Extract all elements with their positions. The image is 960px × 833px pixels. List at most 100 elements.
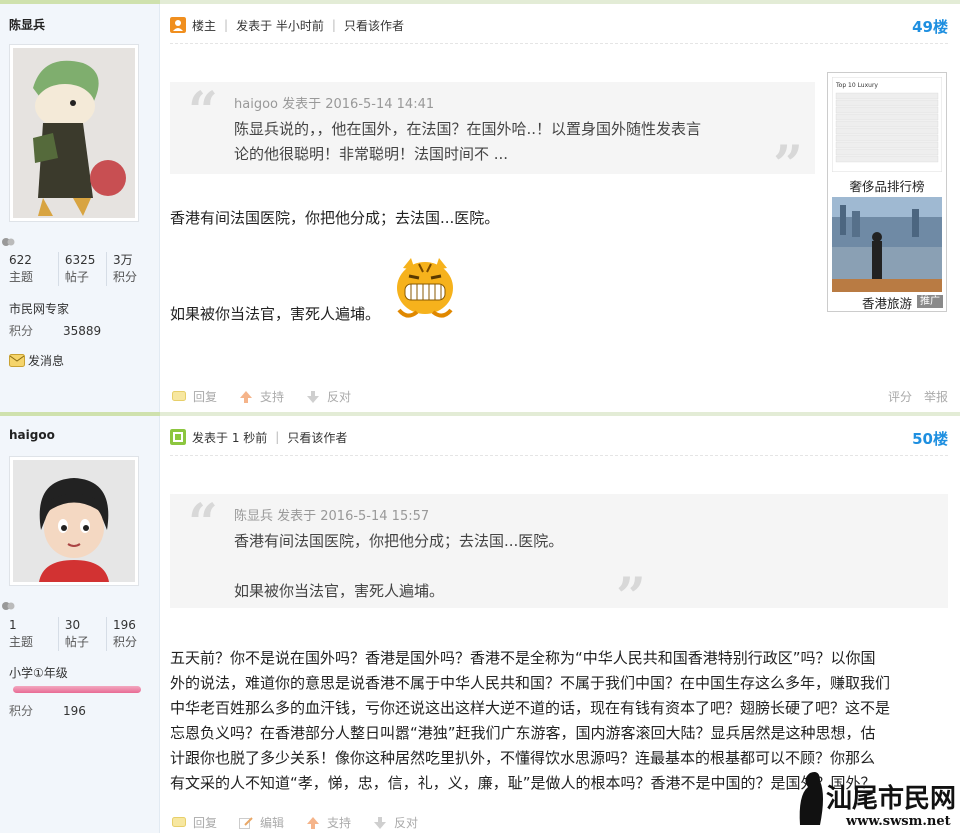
report-link[interactable]: 举报 — [924, 388, 948, 405]
close-quote-icon: ” — [773, 135, 803, 196]
user-rank[interactable]: 小学①年级 — [9, 664, 68, 681]
stat-posts-label: 帖子 — [64, 270, 89, 284]
avatar[interactable] — [9, 456, 139, 586]
post-body-line: 忘恩负义吗？在香港部分人整日叫嚣“港独”赶我们广东游客，国内游客滚回大陆？显兵居… — [170, 724, 876, 742]
score-row: 积分 35889 — [9, 322, 101, 339]
thread-starter-icon — [170, 17, 186, 33]
quote-line: 如果被你当法官，害死人遍埔。 — [234, 582, 445, 600]
quote-block: “ ” 陈显兵 发表于 2016-5-14 15:57 香港有间法国医院，你把他… — [170, 493, 948, 624]
support-label: 支持 — [260, 390, 285, 404]
author-stats: 622 主题 6325 帖子 3万 积分 — [9, 252, 154, 286]
quote-line: 论的他很聪明！非常聪明！法国时间不 ... — [234, 145, 509, 163]
watermark-url: www.swsm.net — [845, 814, 951, 829]
post-time: 发表于 半小时前 — [236, 18, 324, 33]
oppose-button[interactable]: 反对 — [306, 388, 351, 405]
quote-line — [234, 554, 563, 579]
stat-credits-count[interactable]: 196 — [113, 617, 154, 634]
online-status-icon — [2, 602, 15, 610]
reply-icon — [172, 390, 186, 401]
score-value: 196 — [63, 704, 86, 718]
send-message-link[interactable]: 发消息 — [9, 352, 64, 369]
thumbs-up-icon — [307, 816, 320, 829]
avatar-image — [13, 48, 135, 218]
author-stats: 1 主题 30 帖子 196 积分 — [9, 617, 154, 651]
score-label: 积分 — [9, 704, 34, 718]
post-time: 发表于 1 秒前 — [192, 430, 268, 445]
site-watermark-logo: 汕尾市民网 www.swsm.net — [799, 772, 955, 829]
watermark-brand: 汕尾市民网 — [826, 783, 955, 814]
quote-block: “ ” haigoo 发表于 2016-5-14 14:41 陈显兵说的，，他在… — [170, 81, 815, 192]
support-button[interactable]: 支持 — [306, 814, 351, 831]
oppose-button[interactable]: 反对 — [373, 814, 418, 831]
online-status-icon — [2, 238, 15, 246]
floor-number[interactable]: 49楼 — [912, 16, 948, 37]
only-author-link[interactable]: 只看该作者 — [344, 17, 404, 34]
tiger-emoticon — [397, 258, 453, 318]
ad-caption-luxury[interactable]: 奢侈品排行榜 — [828, 176, 946, 195]
post-body-line: 香港有间法国医院，你把他分成；去法国...医院。 — [170, 209, 500, 227]
post-body-line: 五天前？你不是说在国外吗？香港是国外吗？香港不是全称为“中华人民共和国香港特别行… — [170, 649, 876, 667]
edit-label: 编辑 — [260, 816, 285, 830]
meta-divider — [170, 455, 948, 456]
author-sidebar: haigoo 1 主题 30 帖子 196 积分 小学①年级 积分 196 — [0, 416, 160, 833]
reply-label: 回复 — [193, 816, 218, 830]
thumbs-down-icon — [374, 816, 387, 829]
luxury-chart-thumbnail: Top 10 Luxury — [832, 77, 942, 172]
edit-icon — [239, 816, 253, 829]
edit-button[interactable]: 编辑 — [239, 814, 284, 831]
open-quote-icon: “ — [188, 493, 218, 554]
ad-chart-title: Top 10 Luxury — [835, 82, 878, 89]
stat-threads-count[interactable]: 1 — [9, 617, 58, 634]
quote-author: haigoo 发表于 2016-5-14 14:41 — [234, 97, 435, 112]
stat-credits-count[interactable]: 3万 — [113, 252, 154, 269]
post-body-line: 外的说法，难道你的意思是说香港不属于中华人民共和国？不属于我们中国？在中国生存这… — [170, 674, 891, 692]
reply-button[interactable]: 回复 — [172, 814, 217, 831]
member-icon — [170, 429, 186, 445]
quote-line: 香港有间法国医院，你把他分成；去法国...医院。 — [234, 532, 564, 550]
post-body-line: 中华老百姓那么多的血汗钱，亏你还说这出这样大逆不道的话，现在有钱有资本了吧？翅膀… — [170, 699, 891, 717]
post-meta: 发表于 1 秒前 | 只看该作者 — [170, 428, 347, 446]
stat-threads-label: 主题 — [9, 635, 34, 649]
score-value: 35889 — [63, 324, 102, 338]
reply-label: 回复 — [193, 390, 218, 404]
stat-posts-count[interactable]: 30 — [65, 617, 106, 634]
ad-badge: 推广 — [917, 295, 943, 308]
oppose-label: 反对 — [394, 816, 419, 830]
hongkong-photo — [832, 197, 942, 292]
post-content: 楼主 | 发表于 半小时前 | 只看该作者 49楼 “ ” haigoo 发表于… — [160, 4, 960, 412]
send-message-label: 发消息 — [28, 354, 65, 368]
user-rank[interactable]: 市民网专家 — [9, 300, 69, 317]
thumbs-down-icon — [307, 390, 320, 403]
support-button[interactable]: 支持 — [239, 388, 284, 405]
stat-threads-label: 主题 — [9, 270, 34, 284]
author-name[interactable]: haigoo — [9, 428, 55, 442]
reply-icon — [172, 816, 186, 827]
meta-divider — [170, 43, 948, 44]
score-label: 积分 — [9, 324, 34, 338]
message-icon — [9, 354, 25, 367]
score-row: 积分 196 — [9, 702, 86, 719]
stat-posts-count[interactable]: 6325 — [65, 252, 106, 269]
thread-starter-label: 楼主 — [192, 18, 217, 33]
stat-threads-count[interactable]: 622 — [9, 252, 58, 269]
rate-link[interactable]: 评分 — [888, 388, 912, 405]
author-name[interactable]: 陈显兵 — [9, 16, 45, 33]
quote-line: 陈显兵说的，，他在国外，在法国？在国外哈..！以置身国外随性发表言 — [234, 120, 702, 138]
only-author-link[interactable]: 只看该作者 — [287, 429, 347, 446]
ad-panel[interactable]: Top 10 Luxury 奢侈品排行榜 香港旅游 推广 — [827, 72, 947, 312]
post-meta: 楼主 | 发表于 半小时前 | 只看该作者 — [170, 16, 404, 34]
avatar[interactable] — [9, 44, 139, 222]
close-quote-icon: ” — [616, 567, 646, 628]
thumbs-up-icon — [240, 390, 253, 403]
rank-progress-bar — [13, 686, 141, 693]
floor-number[interactable]: 50楼 — [912, 428, 948, 449]
post-body-line: 如果被你当法官，害死人遍埔。 — [170, 305, 381, 323]
quote-author: 陈显兵 发表于 2016-5-14 15:57 — [234, 509, 430, 524]
open-quote-icon: “ — [188, 81, 218, 142]
support-label: 支持 — [327, 816, 352, 830]
oppose-label: 反对 — [327, 390, 352, 404]
reply-button[interactable]: 回复 — [172, 388, 217, 405]
author-sidebar: 陈显兵 622主题 6325帖子 3万积分 市民网专家 积分 35889 — [0, 4, 160, 412]
stat-credits-label: 积分 — [112, 635, 137, 649]
post-49: 陈显兵 622主题 6325帖子 3万积分 市民网专家 积分 35889 — [0, 0, 960, 412]
